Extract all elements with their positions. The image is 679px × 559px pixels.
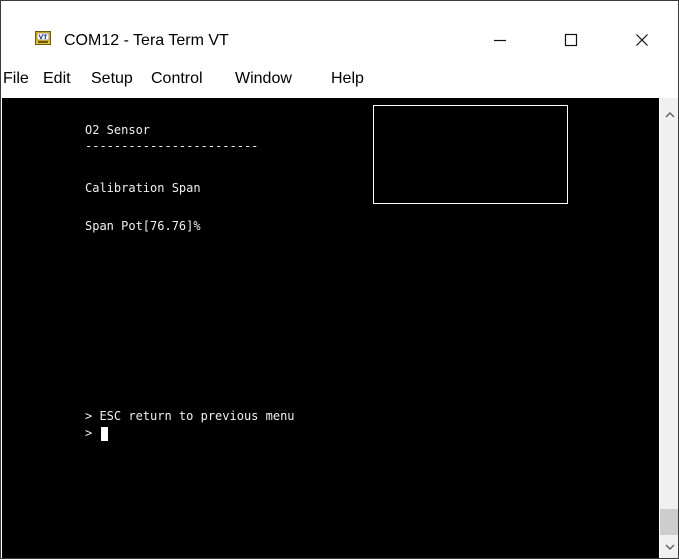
close-button[interactable] xyxy=(619,21,665,61)
maximize-button[interactable] xyxy=(548,21,594,61)
terminal-window: VT COM12 - Tera Term VT File Edit Setup … xyxy=(0,0,679,559)
menu-window[interactable]: Window xyxy=(235,69,292,89)
tera-term-vt-icon: VT xyxy=(35,31,51,45)
maximize-icon xyxy=(564,32,578,51)
window-title: COM12 - Tera Term VT xyxy=(64,32,229,49)
menu-bar: File Edit Setup Control Window Help xyxy=(1,65,678,92)
minimize-icon xyxy=(493,32,507,51)
terminal-line: Span Pot[76.76]% xyxy=(85,219,201,233)
terminal-line: ------------------------ xyxy=(85,139,259,153)
menu-setup[interactable]: Setup xyxy=(91,69,133,89)
scroll-down-button[interactable] xyxy=(660,537,678,556)
close-icon xyxy=(635,32,649,51)
scroll-thumb[interactable] xyxy=(660,509,678,535)
menu-control[interactable]: Control xyxy=(151,69,203,89)
menu-file[interactable]: File xyxy=(3,69,29,89)
svg-text:VT: VT xyxy=(39,34,49,41)
scroll-up-button[interactable] xyxy=(660,104,678,123)
chevron-down-icon xyxy=(665,538,675,556)
vertical-scrollbar[interactable] xyxy=(660,98,678,558)
text-cursor xyxy=(101,427,108,441)
menu-edit[interactable]: Edit xyxy=(43,69,71,89)
minimize-button[interactable] xyxy=(477,21,523,61)
terminal-line: Calibration Span xyxy=(85,181,201,195)
terminal-line: > ESC return to previous menu xyxy=(85,409,295,423)
ime-composition-box xyxy=(373,105,568,204)
menu-help[interactable]: Help xyxy=(331,69,364,89)
chevron-up-icon xyxy=(665,105,675,123)
terminal-line: > xyxy=(85,426,93,440)
terminal-line: O2 Sensor xyxy=(85,123,151,137)
title-bar[interactable]: VT COM12 - Tera Term VT xyxy=(1,1,678,49)
